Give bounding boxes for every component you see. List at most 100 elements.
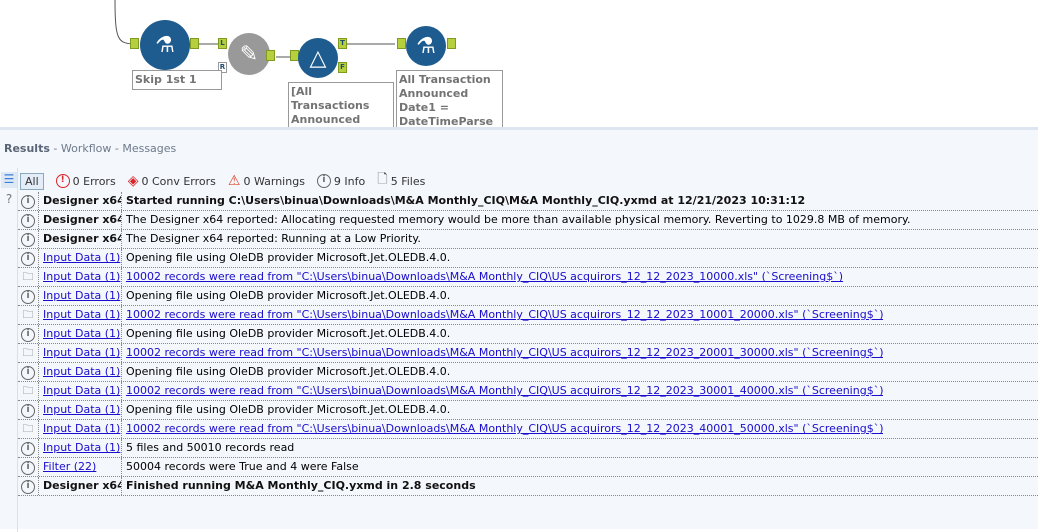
filter-tool-icon[interactable]: △	[298, 38, 338, 78]
results-title: Results	[4, 142, 50, 155]
workflow-canvas[interactable]: ⚗ L R ✎ △ T F ⚗ Skip 1st 1 rows [All Tra…	[0, 0, 1038, 127]
message-text: Finished running M&A Monthly_CIQ.yxmd in…	[126, 479, 476, 492]
info-icon: i	[18, 231, 38, 247]
message-text: The Designer x64 reported: Running at a …	[126, 232, 421, 245]
filter-conv-errors[interactable]: ◈ 0 Conv Errors	[128, 173, 216, 189]
folder-icon: 🗀	[22, 421, 34, 435]
filter-info[interactable]: i9 Info	[316, 174, 366, 188]
formula-tool-icon[interactable]: ⚗	[406, 26, 446, 66]
info-icon: i	[18, 364, 38, 380]
folder-icon: 🗀	[22, 383, 34, 397]
input-anchor[interactable]	[130, 38, 139, 49]
tool-name[interactable]: Input Data (1)	[38, 439, 122, 457]
table-row[interactable]: i Input Data (1) 5 files and 50010 records…	[18, 439, 1038, 458]
message-text: Opening file using OleDB provider Micros…	[126, 365, 451, 378]
message-text: Opening file using OleDB provider Micros…	[126, 327, 451, 340]
tool-name[interactable]: Input Data (1)	[38, 287, 122, 305]
filter-files[interactable]: 🗋 5 Files	[377, 170, 425, 192]
info-icon: i	[18, 250, 38, 266]
filter-warnings[interactable]: ⚠ 0 Warnings	[228, 173, 305, 189]
table-row[interactable]: i Input Data (1) Opening file using OleDB …	[18, 249, 1038, 268]
message-text: Opening file using OleDB provider Micros…	[126, 289, 451, 302]
table-row[interactable]: 🗀 Input Data (1) 10002 records were read f…	[18, 268, 1038, 287]
tool-name[interactable]: Input Data (1)	[38, 268, 122, 286]
tool-name[interactable]: Input Data (1)	[38, 249, 122, 267]
output-anchor[interactable]	[447, 38, 456, 49]
messages-table: i Designer x64 Started running C:\Users\bi…	[18, 192, 1038, 496]
message-text[interactable]: 10002 records were read from "C:\Users\b…	[122, 420, 883, 438]
tool-name[interactable]: Input Data (1)	[38, 363, 122, 381]
filter-all[interactable]: All	[20, 172, 44, 190]
table-row[interactable]: i Input Data (1) Opening file using OleDB …	[18, 325, 1038, 344]
results-sidebar: ☰ ?	[0, 168, 18, 532]
true-anchor[interactable]: T	[338, 38, 347, 49]
table-row[interactable]: 🗀 Input Data (1) 10002 records were read f…	[18, 306, 1038, 325]
filter-label: 5 Files	[390, 174, 426, 188]
tool-name[interactable]: Input Data (1)	[38, 382, 122, 400]
output-anchor[interactable]	[266, 50, 275, 61]
tool-name: Designer x64	[38, 477, 122, 495]
sample-annotation: Skip 1st 1 rows	[132, 70, 222, 90]
message-text: Opening file using OleDB provider Micros…	[126, 403, 451, 416]
message-text[interactable]: 10002 records were read from "C:\Users\b…	[122, 344, 883, 362]
filter-errors[interactable]: ! 0 Errors	[55, 174, 116, 188]
warning-icon: ⚠	[227, 173, 241, 189]
table-row[interactable]: i Designer x64 Started running C:\Users\bi…	[18, 192, 1038, 211]
info-icon: i	[18, 459, 38, 475]
message-text: Opening file using OleDB provider Micros…	[126, 251, 451, 264]
message-filter-bar: All ! 0 Errors ◈ 0 Conv Errors ⚠ 0 Warnings…	[20, 170, 425, 192]
file-icon: 🗋	[377, 172, 388, 187]
tool-name[interactable]: Filter (22)	[38, 458, 122, 476]
filter-label: 0 Warnings	[243, 174, 305, 188]
filter-label: 9 Info	[333, 174, 366, 188]
message-text: Started running C:\Users\binua\Downloads…	[126, 194, 806, 207]
message-text[interactable]: 10002 records were read from "C:\Users\b…	[122, 306, 883, 324]
tool-name: Designer x64	[38, 192, 122, 210]
info-icon: i	[316, 174, 331, 188]
help-icon[interactable]: ?	[1, 192, 17, 208]
table-row[interactable]: i Designer x64 The Designer x64 reported: …	[18, 211, 1038, 230]
tool-name[interactable]: Input Data (1)	[38, 325, 122, 343]
tool-name[interactable]: Input Data (1)	[38, 401, 122, 419]
disabled-tool-icon[interactable]: ✎	[228, 33, 270, 75]
error-icon: !	[55, 174, 70, 188]
table-row[interactable]: i Input Data (1) Opening file using OleDB …	[18, 363, 1038, 382]
info-icon: i	[18, 440, 38, 456]
folder-icon: 🗀	[22, 345, 34, 359]
tool-name[interactable]: Input Data (1)	[38, 306, 122, 324]
input-anchor[interactable]	[397, 38, 406, 49]
table-row[interactable]: 🗀 Input Data (1) 10002 records were read f…	[18, 344, 1038, 363]
message-text[interactable]: 10002 records were read from "C:\Users\b…	[122, 268, 843, 286]
info-icon: i	[18, 326, 38, 342]
message-text: 50004 records were True and 4 were False	[126, 460, 359, 473]
sample-tool-icon[interactable]: ⚗	[140, 20, 190, 70]
join-left-anchor[interactable]: L	[218, 38, 227, 49]
tool-name[interactable]: Input Data (1)	[38, 420, 122, 438]
false-anchor[interactable]: F	[338, 62, 347, 73]
list-view-icon[interactable]: ☰	[1, 172, 17, 188]
info-icon: i	[18, 288, 38, 304]
output-anchor[interactable]	[190, 38, 199, 49]
folder-icon: 🗀	[22, 307, 34, 321]
table-row[interactable]: i Designer x64 Finished running M&A Monthl…	[18, 477, 1038, 496]
table-row[interactable]: 🗀 Input Data (1) 10002 records were read f…	[18, 382, 1038, 401]
info-icon: i	[18, 402, 38, 418]
filter-label: 0 Conv Errors	[141, 174, 216, 188]
results-panel: Results - Workflow - Messages ☰ ? All ! 0…	[0, 127, 1038, 532]
table-row[interactable]: i Input Data (1) Opening file using OleDB …	[18, 287, 1038, 306]
tool-name: Designer x64	[38, 211, 122, 229]
info-icon: i	[18, 193, 38, 209]
table-row[interactable]: i Filter (22) 50004 records were True and …	[18, 458, 1038, 477]
message-text: The Designer x64 reported: Allocating re…	[126, 213, 911, 226]
table-row[interactable]: i Designer x64 The Designer x64 reported: …	[18, 230, 1038, 249]
message-text[interactable]: 10002 records were read from "C:\Users\b…	[122, 382, 883, 400]
filter-annotation: [All Transactions Announced Date] != "Al…	[288, 82, 394, 127]
tool-name: Designer x64	[38, 230, 122, 248]
info-icon: i	[18, 212, 38, 228]
info-icon: i	[18, 478, 38, 494]
folder-icon: 🗀	[22, 269, 34, 283]
filter-label: All	[25, 174, 39, 188]
tool-name[interactable]: Input Data (1)	[38, 344, 122, 362]
table-row[interactable]: i Input Data (1) Opening file using OleDB …	[18, 401, 1038, 420]
table-row[interactable]: 🗀 Input Data (1) 10002 records were read f…	[18, 420, 1038, 439]
